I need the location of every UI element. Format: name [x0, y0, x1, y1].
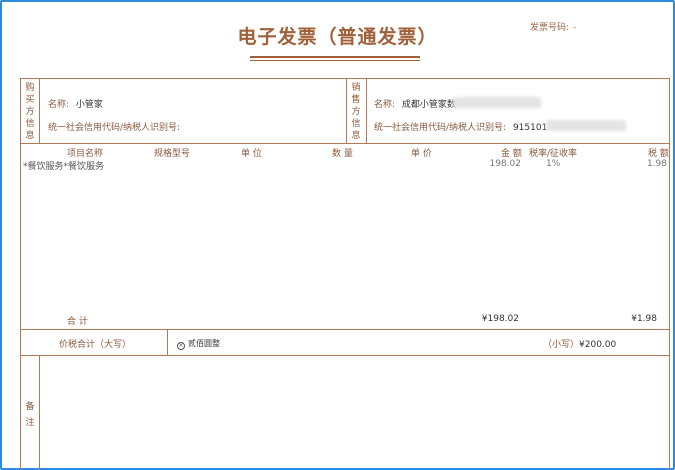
seller-label-char: 息 [351, 131, 361, 141]
invoice-number-label: 发票号码: [530, 23, 570, 33]
total-label: 合 计 [67, 317, 88, 327]
header-quantity: 数 量 [332, 149, 353, 159]
seller-tax-id: 统一社会信用代码/纳税人识别号: 915101 [374, 120, 547, 133]
grand-total-small-label: （小写） [543, 340, 580, 350]
item-tax: 1.98 [646, 159, 667, 169]
seller-label-char: 信 [351, 119, 361, 129]
seller-name-redacted [453, 97, 541, 108]
seller-label-char: 销 [351, 83, 361, 93]
buyer-name-value: 小管家 [75, 100, 103, 110]
total-tax: ¥1.98 [631, 314, 657, 324]
buyer-section-label: 购 买 方 信 息 [24, 82, 36, 142]
grand-total-label: 价税合计（大写） [59, 340, 132, 350]
seller-label-divider [366, 79, 367, 143]
buyer-label-char: 购 [25, 83, 35, 93]
seller-name: 名称: 成都小管家数 [374, 97, 456, 110]
seller-tax-id-redacted [546, 120, 626, 131]
title-underline-bottom [250, 60, 420, 61]
remarks-label-char: 注 [25, 418, 35, 428]
buyer-label-divider [39, 79, 40, 143]
header-unit-price: 单 价 [411, 149, 432, 159]
seller-section-label: 销 售 方 信 息 [350, 82, 362, 142]
grand-total-small-value: ¥200.00 [579, 340, 617, 350]
seller-name-label: 名称: [374, 100, 396, 110]
invoice-number-value: - [573, 23, 577, 33]
header-tax-rate: 税率/征收率 [529, 149, 578, 159]
grand-total-small: （小写）¥200.00 [543, 337, 616, 350]
item-name: *餐饮服务*餐饮服务 [23, 162, 105, 172]
seller-label-char: 方 [351, 107, 361, 117]
items-divider [21, 329, 669, 330]
header-spec: 规格型号 [154, 149, 191, 159]
header-unit: 单 位 [241, 149, 262, 159]
totals-divider [21, 355, 669, 356]
title-underline-top [250, 56, 420, 58]
invoice-table: 购 买 方 信 息 销 售 方 信 息 名称: 小管家 统一社会信用代码/纳税人… [20, 78, 670, 470]
buyer-name: 名称: 小管家 [48, 97, 103, 110]
remarks-label: 备 注 [24, 399, 36, 431]
cross-circle-icon: × [177, 342, 185, 350]
buyer-label-char: 息 [25, 131, 35, 141]
item-amount: 198.02 [489, 159, 522, 169]
remarks-label-char: 备 [25, 402, 35, 412]
buyer-name-label: 名称: [48, 100, 70, 110]
party-middle-divider [346, 79, 347, 143]
buyer-label-char: 信 [25, 119, 35, 129]
grand-total-divider [167, 329, 168, 355]
item-tax-rate: 1% [546, 159, 561, 169]
buyer-label-char: 方 [25, 107, 35, 117]
seller-tax-id-label: 统一社会信用代码/纳税人识别号: [374, 123, 507, 133]
buyer-tax-id: 统一社会信用代码/纳税人识别号: [48, 120, 180, 133]
invoice-number: 发票号码: - [530, 20, 576, 33]
header-item-name: 项目名称 [67, 149, 104, 159]
buyer-tax-id-label: 统一社会信用代码/纳税人识别号: [48, 123, 181, 133]
seller-tax-id-value: 915101 [512, 123, 548, 133]
seller-label-char: 售 [351, 95, 361, 105]
grand-total-words-value: 贰佰圆整 [188, 339, 220, 348]
buyer-label-char: 买 [25, 95, 35, 105]
seller-name-value: 成都小管家数 [401, 100, 456, 110]
remarks-label-divider [39, 355, 40, 470]
header-amount: 金 额 [501, 149, 522, 159]
party-divider [21, 143, 669, 144]
header-tax: 税 额 [648, 149, 669, 159]
grand-total-words: × 贰佰圆整 [177, 338, 220, 350]
total-amount: ¥198.02 [481, 314, 519, 324]
